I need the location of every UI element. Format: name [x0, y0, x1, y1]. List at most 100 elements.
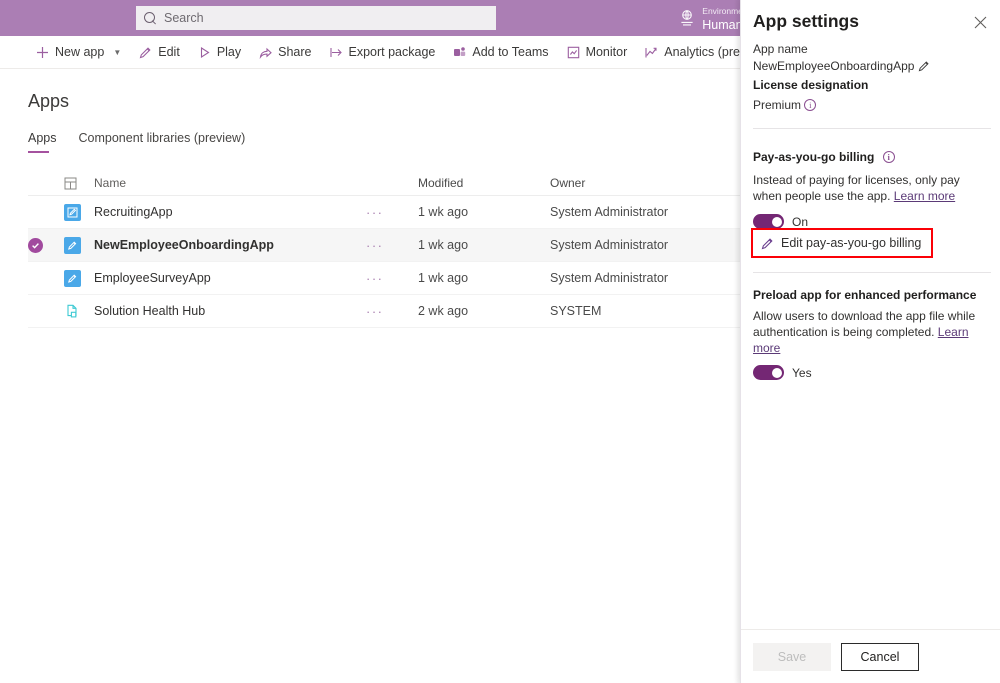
row-app-icon: [64, 303, 94, 320]
grid-icon: [64, 177, 77, 190]
share-button[interactable]: Share: [250, 41, 320, 63]
app-name-value: NewEmployeeOnboardingApp: [753, 59, 914, 73]
tab-component-libraries[interactable]: Component libraries (preview): [79, 131, 253, 153]
row-app-name[interactable]: RecruitingApp: [94, 205, 366, 219]
page-title: Apps: [28, 91, 69, 112]
preload-section: Preload app for enhanced performance All…: [753, 288, 991, 380]
row-owner: System Administrator: [550, 271, 740, 285]
column-header-owner[interactable]: Owner: [550, 176, 740, 190]
table-row[interactable]: EmployeeSurveyApp ··· 1 wk ago System Ad…: [28, 262, 740, 295]
check-circle-icon: [28, 238, 43, 253]
new-app-button[interactable]: New app ▼: [27, 41, 130, 63]
column-header-name[interactable]: Name: [94, 176, 366, 190]
row-owner: System Administrator: [550, 205, 740, 219]
tab-list: Apps Component libraries (preview): [28, 131, 267, 153]
analytics-icon: [645, 46, 658, 59]
preload-label: Preload app for enhanced performance: [753, 288, 991, 302]
monitor-label: Monitor: [586, 45, 628, 59]
search-input[interactable]: Search: [136, 6, 496, 30]
search-placeholder: Search: [164, 11, 204, 25]
payg-label-text: Pay-as-you-go billing: [753, 150, 874, 164]
app-name-section: App name NewEmployeeOnboardingApp: [753, 42, 991, 73]
play-icon: [198, 46, 211, 59]
payg-toggle[interactable]: [753, 214, 784, 229]
app-name-label: App name: [753, 42, 991, 56]
monitor-button[interactable]: Monitor: [558, 41, 637, 63]
search-icon: [144, 12, 157, 25]
preload-toggle-state: Yes: [792, 366, 812, 380]
analytics-button[interactable]: Analytics (preview): [636, 41, 740, 63]
command-bar: New app ▼ Edit Play Share Export package…: [0, 36, 740, 69]
row-more-button[interactable]: ···: [366, 271, 418, 286]
license-section: License designation Premium i: [753, 78, 991, 112]
column-header-modified[interactable]: Modified: [418, 176, 550, 190]
analytics-label: Analytics (preview): [664, 45, 740, 59]
chevron-down-icon: ▼: [113, 48, 121, 57]
row-more-button[interactable]: ···: [366, 238, 418, 253]
table-row[interactable]: Solution Health Hub ··· 2 wk ago SYSTEM: [28, 295, 740, 328]
new-app-label: New app: [55, 45, 104, 59]
export-package-label: Export package: [349, 45, 436, 59]
edit-payg-label: Edit pay-as-you-go billing: [781, 236, 921, 250]
info-icon[interactable]: i: [804, 99, 816, 111]
play-button[interactable]: Play: [189, 41, 250, 63]
plus-icon: [36, 46, 49, 59]
add-to-teams-label: Add to Teams: [472, 45, 548, 59]
row-owner: SYSTEM: [550, 304, 740, 318]
pencil-icon: [761, 237, 774, 250]
environment-icon: [678, 9, 696, 27]
canvas-app-icon: [64, 237, 81, 254]
canvas-app-icon: [64, 270, 81, 287]
info-icon[interactable]: i: [883, 151, 895, 163]
table-header-row: Name Modified Owner: [28, 171, 740, 196]
panel-footer: Save Cancel: [741, 629, 1000, 683]
row-app-name[interactable]: Solution Health Hub: [94, 304, 366, 318]
export-package-button[interactable]: Export package: [321, 41, 445, 63]
row-more-button[interactable]: ···: [366, 304, 418, 319]
edit-button[interactable]: Edit: [130, 41, 189, 63]
row-more-button[interactable]: ···: [366, 205, 418, 220]
export-icon: [330, 46, 343, 59]
row-app-icon: [64, 270, 94, 287]
cancel-button[interactable]: Cancel: [841, 643, 919, 671]
preload-toggle[interactable]: [753, 365, 784, 380]
share-icon: [259, 46, 272, 59]
teams-icon: [453, 46, 466, 59]
panel-divider: [753, 272, 991, 273]
share-label: Share: [278, 45, 311, 59]
edit-pay-as-you-go-billing-button[interactable]: Edit pay-as-you-go billing: [751, 228, 933, 258]
environment-name: Human: [702, 18, 742, 32]
edit-label: Edit: [158, 45, 180, 59]
payg-toggle-state: On: [792, 215, 808, 229]
app-settings-panel: App settings App name NewEmployeeOnboard…: [740, 0, 1000, 683]
table-row[interactable]: RecruitingApp ··· 1 wk ago System Admini…: [28, 196, 740, 229]
row-modified: 1 wk ago: [418, 238, 550, 252]
panel-divider: [753, 128, 991, 129]
row-app-icon: [64, 237, 94, 254]
row-owner: System Administrator: [550, 238, 740, 252]
payg-label: Pay-as-you-go billing i: [753, 150, 991, 164]
save-button[interactable]: Save: [753, 643, 831, 671]
apps-table: Name Modified Owner RecruitingApp ··· 1 …: [28, 171, 740, 328]
row-modified: 2 wk ago: [418, 304, 550, 318]
column-icon-header: [64, 177, 94, 190]
pay-as-you-go-section: Pay-as-you-go billing i Instead of payin…: [753, 150, 991, 229]
main-content: Apps Apps Component libraries (preview) …: [0, 69, 740, 683]
row-app-icon: [64, 204, 94, 221]
monitor-icon: [567, 46, 580, 59]
payg-learn-more-link[interactable]: Learn more: [894, 189, 955, 203]
tab-apps[interactable]: Apps: [28, 131, 64, 153]
add-to-teams-button[interactable]: Add to Teams: [444, 41, 557, 63]
close-icon[interactable]: [971, 13, 989, 31]
model-app-icon: [64, 303, 81, 320]
pencil-icon: [139, 46, 152, 59]
table-row[interactable]: NewEmployeeOnboardingApp ··· 1 wk ago Sy…: [28, 229, 740, 262]
panel-title: App settings: [753, 11, 859, 32]
row-modified: 1 wk ago: [418, 271, 550, 285]
row-app-name[interactable]: EmployeeSurveyApp: [94, 271, 366, 285]
play-label: Play: [217, 45, 241, 59]
row-app-name[interactable]: NewEmployeeOnboardingApp: [94, 238, 366, 252]
row-checkbox[interactable]: [28, 238, 64, 253]
pencil-icon[interactable]: [918, 60, 930, 72]
canvas-app-icon: [64, 204, 81, 221]
